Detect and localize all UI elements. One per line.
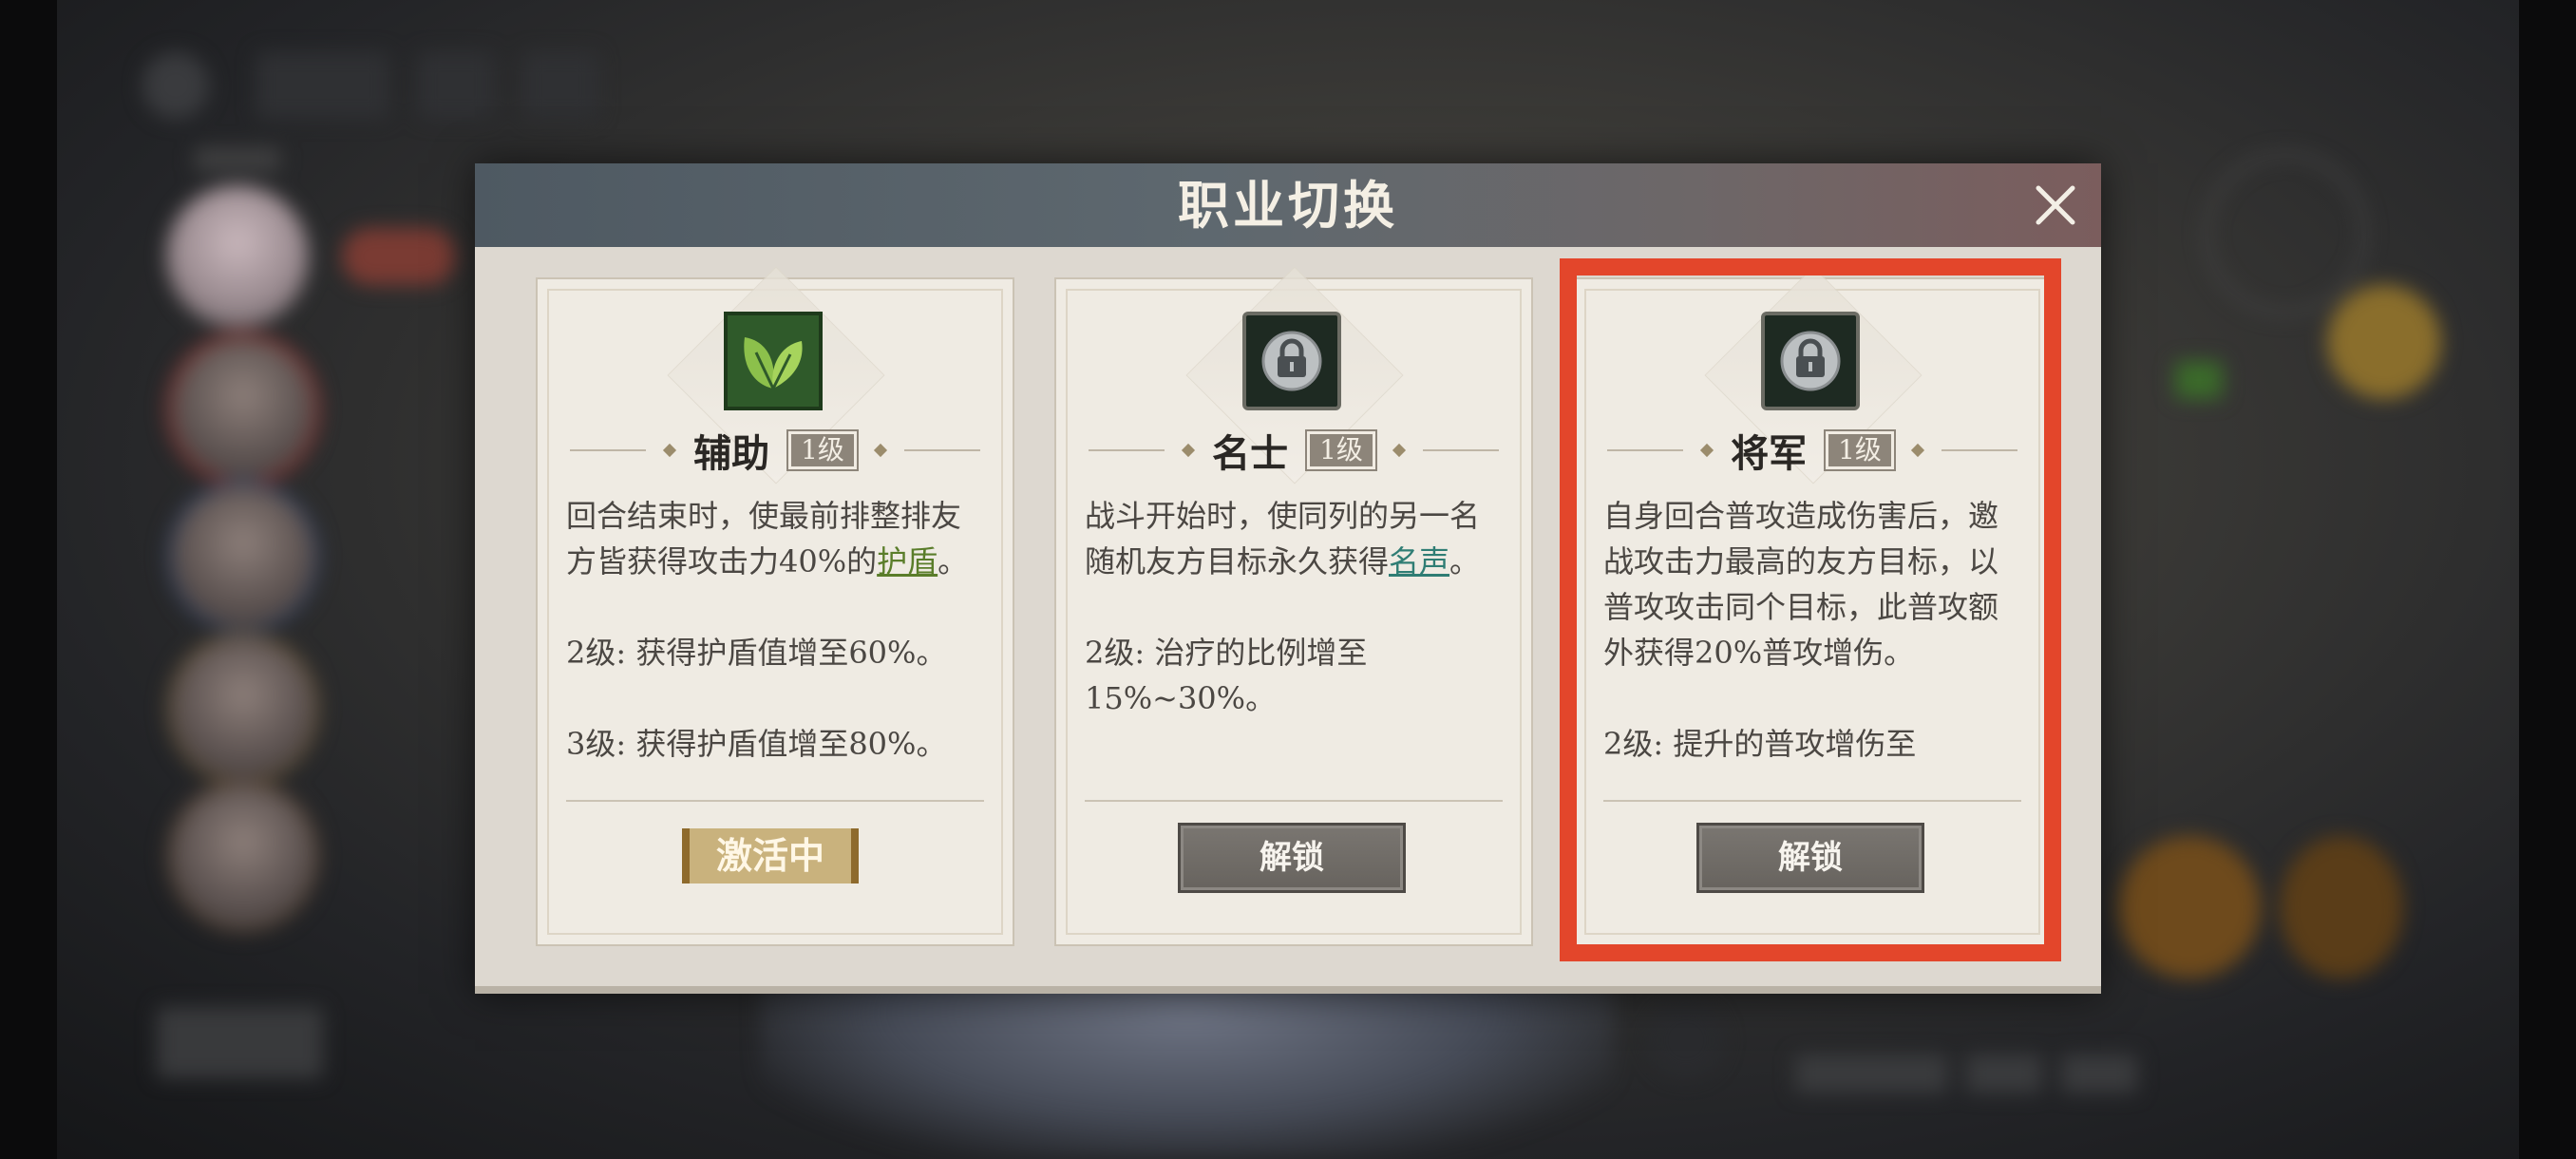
camera-button (1648, 1002, 1724, 1078)
card-title-row: 辅助 1级 (538, 422, 1013, 479)
level-2-text: 2级: 治疗的比例增至15%~30%。 (1085, 635, 1368, 716)
item-icon (2280, 836, 2403, 978)
gold-orb (2327, 285, 2441, 399)
unlock-button[interactable]: 解锁 (1178, 823, 1406, 893)
lock-icon (1242, 312, 1341, 410)
top-bar (142, 52, 598, 119)
class-description: 战斗开始时，使同列的另一名随机友方目标永久获得名声。 2级: 治疗的比例增至15… (1085, 493, 1507, 797)
green-tag (2175, 361, 2223, 399)
leaf-icon (724, 312, 823, 410)
class-card-scholar: 名士 1级 战斗开始时，使同列的另一名随机友方目标永久获得名声。 2级: 治疗的… (1054, 266, 1533, 946)
keyword-link[interactable]: 护盾 (877, 543, 938, 580)
level-ring (2204, 152, 2367, 315)
avatar (166, 779, 320, 933)
avatar (166, 480, 320, 634)
card-title-row: 名士 1级 (1056, 422, 1531, 479)
level-2-text: 2级: 获得护盾值增至60%。 (566, 635, 947, 671)
bottom-left-button (157, 1007, 323, 1078)
avatar (166, 185, 309, 328)
dialog-title: 职业切换 (1178, 175, 1398, 236)
keyword-link[interactable]: 名声 (1389, 543, 1449, 580)
close-icon (2036, 185, 2075, 225)
item-icon (2118, 836, 2261, 978)
side-label (195, 147, 280, 172)
class-description: 回合结束时，使最前排整排友方皆获得攻击力40%的护盾。 2级: 获得护盾值增至6… (566, 493, 989, 797)
class-name: 名士 (1212, 431, 1289, 476)
class-switch-dialog: 职业切换 辅助 1级 回合结束时，使最前排整排友方皆获得攻击力40%的护盾。 2 (475, 163, 2101, 994)
level-badge: 1级 (1305, 429, 1377, 471)
class-name: 辅助 (693, 431, 770, 476)
bottom-right-buttons (1795, 1054, 2137, 1092)
level-badge: 1级 (786, 429, 859, 471)
avatar (166, 632, 320, 786)
tag-pill (342, 228, 456, 285)
close-button[interactable] (2031, 180, 2080, 230)
avatar (166, 332, 320, 486)
class-card-support: 辅助 1级 回合结束时，使最前排整排友方皆获得攻击力40%的护盾。 2级: 获得… (536, 266, 1014, 946)
level-3-text: 3级: 获得护盾值增至80%。 (566, 726, 947, 762)
selection-highlight (1560, 258, 2061, 961)
active-status-badge: 激活中 (682, 828, 859, 884)
